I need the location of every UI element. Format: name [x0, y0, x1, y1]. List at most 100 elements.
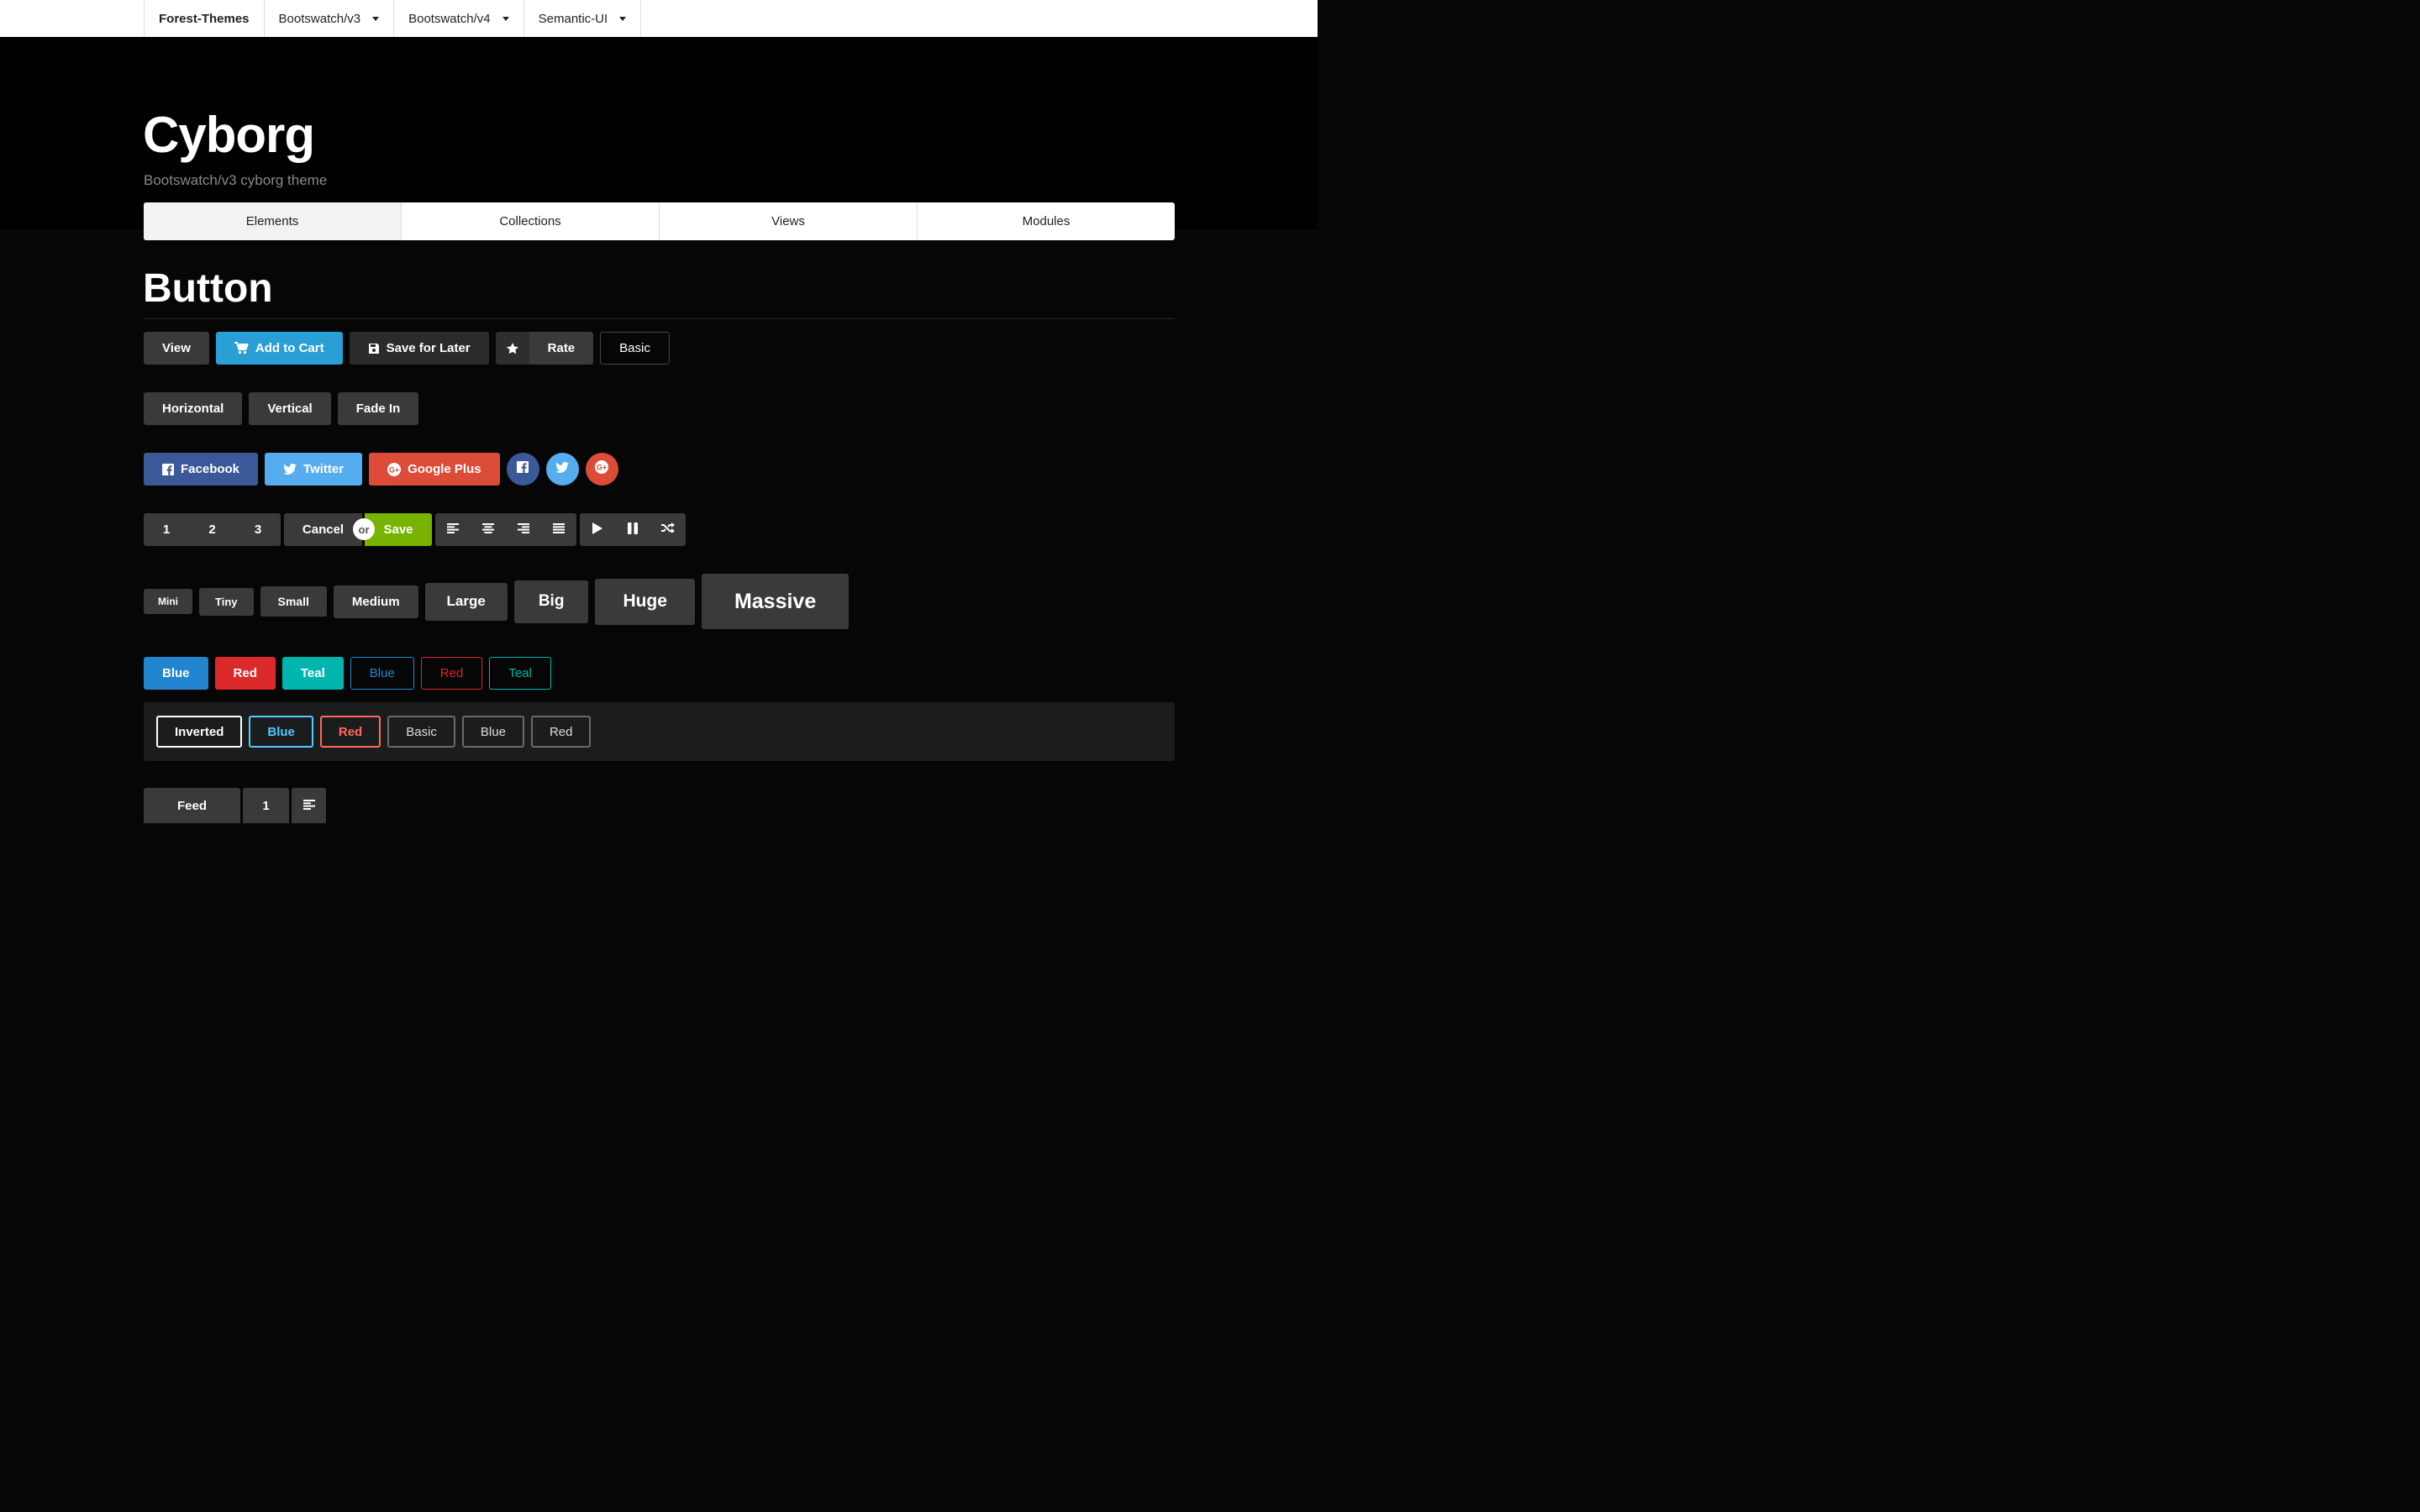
- inverted-red-button[interactable]: Red: [319, 716, 381, 748]
- align-left-button[interactable]: [435, 513, 471, 546]
- align-left-button[interactable]: [292, 788, 326, 823]
- view-button[interactable]: View: [144, 332, 209, 365]
- google-plus-label: Google Plus: [408, 462, 481, 476]
- pause-icon: [628, 522, 638, 538]
- play-button[interactable]: [580, 513, 615, 546]
- page: Forest-Themes Bootswatch/v3 Bootswatch/v…: [0, 0, 1318, 823]
- teal-button[interactable]: Teal: [281, 657, 344, 690]
- top-menu: Forest-Themes Bootswatch/v3 Bootswatch/v…: [144, 0, 642, 37]
- number-button-1[interactable]: 1: [144, 513, 189, 546]
- save-button[interactable]: Save: [365, 513, 432, 546]
- button-row-colors: Blue Red Teal Blue Red Teal: [144, 657, 558, 690]
- number-button-3[interactable]: 3: [235, 513, 281, 546]
- inverted-basic-button[interactable]: Basic: [387, 716, 455, 748]
- section-tabs: Elements Collections Views Modules: [144, 202, 1175, 240]
- twitter-circle-button[interactable]: [545, 453, 579, 486]
- twitter-label: Twitter: [303, 462, 345, 476]
- tab-elements[interactable]: Elements: [144, 202, 402, 240]
- fade-in-button[interactable]: Fade In: [337, 392, 419, 425]
- menu-semantic-ui[interactable]: Semantic-UI: [524, 0, 642, 37]
- number-button-group: 1 2 3: [144, 513, 281, 546]
- feed-count-label: 1: [243, 788, 289, 823]
- feed-button[interactable]: Feed: [144, 788, 240, 823]
- page-title: Cyborg: [143, 107, 315, 163]
- tiny-button[interactable]: Tiny: [199, 587, 254, 616]
- pause-button[interactable]: [615, 513, 650, 546]
- tab-collections[interactable]: Collections: [402, 202, 660, 240]
- mini-button[interactable]: Mini: [144, 589, 192, 614]
- red-basic-button[interactable]: Red: [420, 657, 483, 690]
- basic-button[interactable]: Basic: [600, 332, 670, 365]
- facebook-circle-button[interactable]: [506, 453, 539, 486]
- huge-button[interactable]: Huge: [595, 578, 695, 625]
- facebook-icon: [517, 461, 529, 477]
- button-row-sizes: Mini Tiny Small Medium Large Big Huge Ma…: [144, 574, 855, 629]
- tab-views[interactable]: Views: [660, 202, 918, 240]
- cart-icon: [234, 342, 249, 354]
- medium-button[interactable]: Medium: [333, 585, 418, 618]
- cancel-button[interactable]: Cancel: [284, 513, 362, 546]
- red-button[interactable]: Red: [214, 657, 276, 690]
- align-center-button[interactable]: [471, 513, 506, 546]
- align-justify-icon: [553, 522, 565, 537]
- button-row-groups: 1 2 3 Cancel Save or: [144, 513, 689, 546]
- brand-link[interactable]: Forest-Themes: [145, 0, 265, 37]
- media-button-group: [580, 513, 686, 546]
- inverted-button[interactable]: Inverted: [156, 716, 243, 748]
- menu-bootswatch-v3[interactable]: Bootswatch/v3: [265, 0, 395, 37]
- align-right-button[interactable]: [506, 513, 541, 546]
- cancel-save-group: Cancel Save or: [284, 513, 432, 546]
- big-button[interactable]: Big: [513, 580, 589, 623]
- button-row-animated: Horizontal Vertical Fade In: [144, 392, 425, 425]
- twitter-button[interactable]: Twitter: [265, 453, 363, 486]
- inverted-basic-blue-button[interactable]: Blue: [461, 716, 524, 748]
- google-plus-icon: G+: [387, 462, 402, 476]
- button-row-inverted: Inverted Blue Red Basic Blue Red: [156, 716, 597, 748]
- align-center-icon: [482, 522, 494, 537]
- rate-button[interactable]: Rate: [495, 332, 594, 365]
- shuffle-icon: [661, 522, 675, 537]
- large-button[interactable]: Large: [424, 582, 508, 621]
- caret-down-icon: [372, 16, 380, 21]
- save-for-later-button[interactable]: Save for Later: [349, 332, 489, 365]
- horizontal-button[interactable]: Horizontal: [144, 392, 243, 425]
- number-button-2[interactable]: 2: [189, 513, 235, 546]
- align-button-group: [435, 513, 576, 546]
- massive-button[interactable]: Massive: [701, 574, 850, 629]
- add-to-cart-label: Add to Cart: [255, 341, 324, 355]
- google-plus-button[interactable]: G+ Google Plus: [369, 453, 500, 486]
- rate-label: Rate: [529, 332, 594, 365]
- inverted-blue-button[interactable]: Blue: [249, 716, 313, 748]
- caret-down-icon: [619, 16, 627, 21]
- svg-text:G+: G+: [389, 465, 399, 474]
- google-plus-circle-button[interactable]: G+: [585, 453, 618, 486]
- twitter-icon: [283, 464, 297, 475]
- teal-basic-button[interactable]: Teal: [489, 657, 551, 690]
- save-for-later-label: Save for Later: [386, 341, 471, 355]
- menu-bootswatch-v4[interactable]: Bootswatch/v4: [394, 0, 524, 37]
- shuffle-button[interactable]: [650, 513, 686, 546]
- top-menu-bar: Forest-Themes Bootswatch/v3 Bootswatch/v…: [0, 0, 1318, 37]
- play-icon: [592, 522, 602, 538]
- page-subtitle: Bootswatch/v3 cyborg theme: [144, 172, 328, 188]
- facebook-icon: [162, 463, 174, 475]
- star-icon: [495, 332, 529, 365]
- facebook-label: Facebook: [181, 462, 240, 476]
- section-title: Button: [143, 266, 273, 311]
- menu-label: Bootswatch/v3: [278, 11, 361, 26]
- vertical-button[interactable]: Vertical: [249, 392, 331, 425]
- button-row-labeled: Feed 1: [144, 788, 333, 823]
- inverted-basic-red-button[interactable]: Red: [530, 716, 592, 748]
- caret-down-icon: [502, 16, 509, 21]
- button-row-social: Facebook Twitter G+ Google Plus G+: [144, 453, 625, 486]
- facebook-button[interactable]: Facebook: [144, 453, 259, 486]
- align-justify-button[interactable]: [541, 513, 576, 546]
- blue-button[interactable]: Blue: [144, 657, 208, 690]
- blue-basic-button[interactable]: Blue: [350, 657, 414, 690]
- small-button[interactable]: Small: [260, 586, 327, 617]
- add-to-cart-button[interactable]: Add to Cart: [215, 332, 343, 365]
- align-left-icon: [447, 522, 459, 537]
- menu-label: Semantic-UI: [538, 11, 608, 26]
- button-row-basic: View Add to Cart Save for Later Rate Bas…: [144, 332, 676, 365]
- tab-modules[interactable]: Modules: [918, 202, 1175, 240]
